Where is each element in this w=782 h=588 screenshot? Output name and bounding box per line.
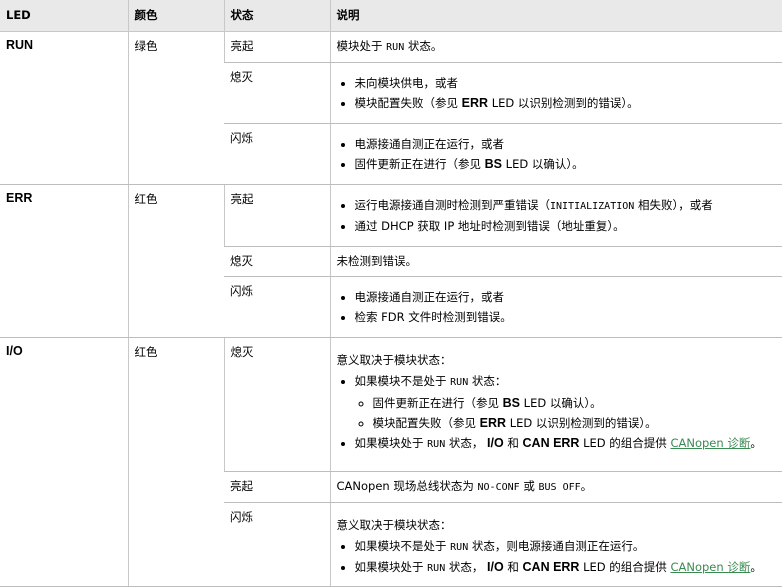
state-cell: 熄灭 xyxy=(223,337,330,472)
list-item: 运行电源接通自测时检测到严重错误（INITIALIZATION 相失败），或者 xyxy=(355,197,777,215)
bullet-list: 运行电源接通自测时检测到严重错误（INITIALIZATION 相失败），或者 … xyxy=(337,197,777,235)
list-item: 通过 DHCP 获取 IP 地址时检测到错误（地址重复）。 xyxy=(355,218,777,235)
sub-list: 固件更新正在进行（参见 BS LED 以确认）。 模块配置失败（参见 ERR L… xyxy=(355,395,777,432)
description-cell: 电源接通自测正在运行，或者 检索 FDR 文件时检测到错误。 xyxy=(329,276,782,338)
description-cell: 模块处于 RUN 状态。 xyxy=(329,31,782,63)
led-name-err: ERR xyxy=(0,184,128,338)
description-cell: 电源接通自测正在运行，或者 固件更新正在进行（参见 BS LED 以确认）。 xyxy=(329,123,782,185)
list-item: 检索 FDR 文件时检测到错误。 xyxy=(355,309,777,326)
description-cell: CANopen 现场总线状态为 NO-CONF 或 BUS OFF。 xyxy=(329,471,782,503)
led-color-run: 绿色 xyxy=(127,31,224,185)
state-cell: 亮起 xyxy=(223,184,330,247)
led-color-err: 红色 xyxy=(127,184,224,338)
led-name-io: I/O xyxy=(0,337,128,587)
canopen-diagnostics-link[interactable]: CANopen 诊断 xyxy=(670,560,750,574)
table-row: ERR 红色 亮起 运行电源接通自测时检测到严重错误（INITIALIZATIO… xyxy=(0,184,782,338)
header-led: LED xyxy=(0,0,128,32)
header-color: 颜色 xyxy=(127,0,224,32)
led-name-run: RUN xyxy=(0,31,128,185)
desc-text: 状态。 xyxy=(404,38,443,53)
state-cell: 闪烁 xyxy=(224,502,330,587)
bullet-list: 未向模块供电，或者 模块配置失败（参见 ERR LED 以识别检测到的错误）。 xyxy=(337,75,777,112)
state-cell: 闪烁 xyxy=(224,123,330,185)
table-row: I/O 红色 熄灭 意义取决于模块状态： 如果模块不是处于 RUN 状态： 固件… xyxy=(0,337,782,587)
list-item: 固件更新正在进行（参见 BS LED 以确认）。 xyxy=(355,156,777,173)
code-text: RUN xyxy=(386,41,405,53)
bullet-list: 电源接通自测正在运行，或者 检索 FDR 文件时检测到错误。 xyxy=(337,289,777,326)
sub-list-item: 固件更新正在进行（参见 BS LED 以确认）。 xyxy=(373,395,777,412)
state-cell: 亮起 xyxy=(224,471,330,503)
led-status-table: LED 颜色 状态 说明 RUN 绿色 亮起 模块处于 RUN 状态。 熄灭 未… xyxy=(0,0,782,587)
state-cell: 熄灭 xyxy=(224,62,330,124)
list-item: 电源接通自测正在运行，或者 xyxy=(355,136,777,153)
sub-list-item: 模块配置失败（参见 ERR LED 以识别检测到的错误）。 xyxy=(373,415,777,432)
list-item: 电源接通自测正在运行，或者 xyxy=(355,289,777,306)
canopen-diagnostics-link[interactable]: CANopen 诊断 xyxy=(670,436,750,450)
table-header-row: LED 颜色 状态 说明 xyxy=(0,0,782,32)
bullet-list: 电源接通自测正在运行，或者 固件更新正在进行（参见 BS LED 以确认）。 xyxy=(337,136,777,173)
list-item: 未向模块供电，或者 xyxy=(355,75,777,92)
intro-text: 意义取决于模块状态： xyxy=(336,352,452,367)
state-cell: 亮起 xyxy=(223,31,330,63)
state-cell: 闪烁 xyxy=(224,276,330,338)
description-cell: 运行电源接通自测时检测到严重错误（INITIALIZATION 相失败），或者 … xyxy=(329,184,782,247)
led-color-io: 红色 xyxy=(127,337,224,587)
header-state: 状态 xyxy=(223,0,330,32)
description-cell: 意义取决于模块状态： 如果模块不是处于 RUN 状态，则电源接通自测正在运行。 … xyxy=(329,502,782,587)
desc-text: 模块处于 xyxy=(336,38,387,53)
description-cell: 未检测到错误。 xyxy=(329,246,782,277)
list-item: 模块配置失败（参见 ERR LED 以识别检测到的错误）。 xyxy=(355,95,777,112)
description-cell: 意义取决于模块状态： 如果模块不是处于 RUN 状态： 固件更新正在进行（参见 … xyxy=(329,337,782,472)
list-item: 如果模块不是处于 RUN 状态，则电源接通自测正在运行。 xyxy=(355,538,777,556)
description-cell: 未向模块供电，或者 模块配置失败（参见 ERR LED 以识别检测到的错误）。 xyxy=(329,62,782,124)
table-row: RUN 绿色 亮起 模块处于 RUN 状态。 xyxy=(0,31,782,185)
list-item: 如果模块处于 RUN 状态， I/O 和 CAN ERR LED 的组合提供 C… xyxy=(355,559,777,577)
bullet-list: 如果模块不是处于 RUN 状态： 固件更新正在进行（参见 BS LED 以确认）… xyxy=(337,373,777,453)
state-cell: 熄灭 xyxy=(224,246,330,277)
header-description: 说明 xyxy=(329,0,782,32)
intro-text: 意义取决于模块状态： xyxy=(336,517,452,532)
list-item: 如果模块不是处于 RUN 状态： 固件更新正在进行（参见 BS LED 以确认）… xyxy=(355,373,777,432)
list-item: 如果模块处于 RUN 状态， I/O 和 CAN ERR LED 的组合提供 C… xyxy=(355,435,777,453)
bullet-list: 如果模块不是处于 RUN 状态，则电源接通自测正在运行。 如果模块处于 RUN … xyxy=(337,538,777,577)
